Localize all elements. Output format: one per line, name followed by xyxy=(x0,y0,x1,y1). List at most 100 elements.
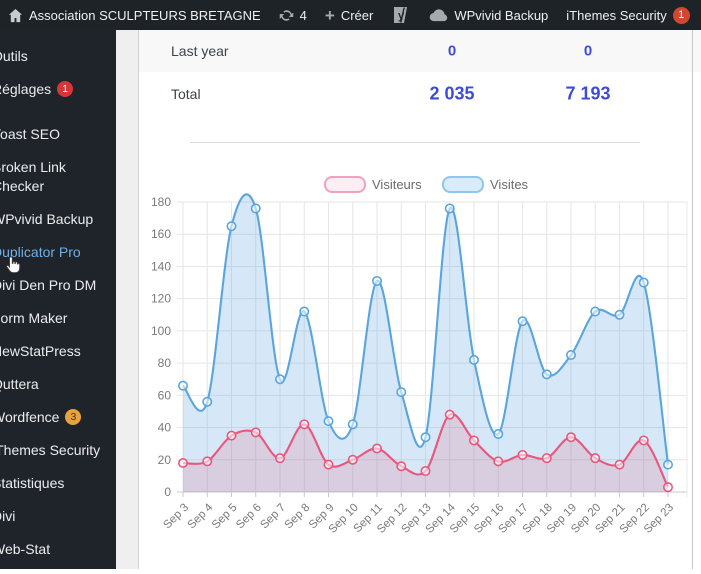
y-tick-label: 40 xyxy=(158,421,172,435)
visits-value: 7 193 xyxy=(565,83,611,104)
data-point[interactable] xyxy=(614,459,625,470)
y-tick-label: 60 xyxy=(158,388,172,402)
sidebar-item-outils[interactable]: Outils xyxy=(0,40,116,73)
data-point[interactable] xyxy=(541,369,552,380)
data-point[interactable] xyxy=(662,482,673,493)
data-point[interactable] xyxy=(444,203,455,214)
data-point[interactable] xyxy=(372,275,383,286)
content-gutter xyxy=(116,30,139,569)
data-point[interactable] xyxy=(202,396,213,407)
sidebar-item-newstatpress[interactable]: NewStatPress xyxy=(0,335,116,368)
sidebar-item-web-stat[interactable]: Web-Stat xyxy=(0,533,116,566)
data-point[interactable] xyxy=(638,277,649,288)
sidebar-item-label: Wordfence3 xyxy=(0,408,108,427)
row-label: Total xyxy=(171,86,201,102)
data-point[interactable] xyxy=(250,427,261,438)
x-tick-label: Sep 3 xyxy=(161,502,191,532)
y-tick-label: 180 xyxy=(151,195,171,209)
yoast-item[interactable]: y xyxy=(391,5,411,25)
data-point[interactable] xyxy=(177,457,188,468)
data-point[interactable] xyxy=(517,449,528,460)
wpvivid-item[interactable]: WPvivid Backup xyxy=(429,8,548,23)
data-point[interactable] xyxy=(517,316,528,327)
sidebar-item-quttera[interactable]: Quttera xyxy=(0,368,116,401)
sidebar-item-yoast-seo[interactable]: Yoast SEO xyxy=(0,118,116,151)
data-point[interactable] xyxy=(275,453,286,464)
chart-canvas[interactable]: 020406080100120140160180Sep 3Sep 4Sep 5S… xyxy=(139,160,701,569)
sidebar-item-label: iThemes Security xyxy=(0,442,101,458)
site-name: Association SCULPTEURS BRETAGNE xyxy=(29,7,261,23)
data-point[interactable] xyxy=(468,435,479,446)
sidebar-item-ithemes-security[interactable]: iThemes Security xyxy=(0,434,116,467)
sidebar-item-label: Divi Den Pro DM xyxy=(0,277,97,293)
data-point[interactable] xyxy=(420,432,431,443)
data-point[interactable] xyxy=(420,466,431,477)
data-point[interactable] xyxy=(493,428,504,439)
data-point[interactable] xyxy=(493,456,504,467)
sidebar-item-label: Yoast SEO xyxy=(0,126,60,142)
data-point[interactable] xyxy=(323,416,334,427)
sidebar-item-label: Outils xyxy=(0,48,28,64)
data-point[interactable] xyxy=(396,387,407,398)
data-point[interactable] xyxy=(347,454,358,465)
data-point[interactable] xyxy=(541,453,552,464)
data-point[interactable] xyxy=(299,419,310,430)
data-point[interactable] xyxy=(226,430,237,441)
visits-value: 0 xyxy=(583,42,593,60)
data-point[interactable] xyxy=(638,435,649,446)
home-icon xyxy=(8,8,23,23)
data-point[interactable] xyxy=(177,380,188,391)
data-point[interactable] xyxy=(396,461,407,472)
sidebar-item-label: Statistiques xyxy=(0,475,65,491)
data-point[interactable] xyxy=(444,409,455,420)
data-point[interactable] xyxy=(250,203,261,214)
data-point[interactable] xyxy=(347,419,358,430)
yoast-icon: y xyxy=(391,5,411,25)
y-tick-label: 0 xyxy=(164,485,171,499)
new-content-item[interactable]: + Créer xyxy=(325,7,373,24)
sidebar-item-divi[interactable]: Divi xyxy=(0,500,116,533)
data-point[interactable] xyxy=(372,443,383,454)
table-row: Last year 0 0 xyxy=(139,30,701,72)
data-point[interactable] xyxy=(202,456,213,467)
new-content-label: Créer xyxy=(340,7,374,23)
updates-icon xyxy=(279,8,294,23)
wpvivid-label: WPvivid Backup xyxy=(454,7,549,23)
updates-item[interactable]: 4 xyxy=(279,8,307,23)
legend-item-visiteurs[interactable]: Visiteurs xyxy=(324,176,422,193)
y-tick-label: 140 xyxy=(151,259,171,273)
data-point[interactable] xyxy=(614,309,625,320)
updates-count: 4 xyxy=(299,7,307,23)
legend-item-visites[interactable]: Visites xyxy=(442,176,529,193)
data-point[interactable] xyxy=(565,432,576,443)
update-count-badge: 3 xyxy=(65,409,82,425)
traffic-chart[interactable]: 0 20 40 60 80 100 120 140 160 180 Sep 3 Sep 4 Sep 5S… xyxy=(139,160,701,569)
data-point[interactable] xyxy=(299,306,310,317)
data-point[interactable] xyxy=(590,306,601,317)
legend-label: Visiteurs xyxy=(372,177,422,192)
scrollbar-track[interactable] xyxy=(692,30,693,569)
data-point[interactable] xyxy=(468,354,479,365)
sidebar-item-wordfence[interactable]: Wordfence3 xyxy=(0,401,116,434)
site-menu[interactable]: Association SCULPTEURS BRETAGNE xyxy=(8,8,261,23)
sidebar-item-label: WPvivid Backup xyxy=(0,211,94,227)
cloud-icon xyxy=(429,8,448,22)
admin-bar: Association SCULPTEURS BRETAGNE 4 + Crée… xyxy=(0,0,701,30)
sidebar-item-wpvivid-backup[interactable]: WPvivid Backup xyxy=(0,203,116,236)
sidebar-item-r-glages[interactable]: Réglages1 xyxy=(0,73,116,106)
ithemes-item[interactable]: iThemes Security 1 xyxy=(566,6,690,24)
sidebar-item-form-maker[interactable]: Form Maker xyxy=(0,302,116,335)
sidebar-item-broken-link-checker[interactable]: Broken Link Checker xyxy=(0,151,116,203)
data-point[interactable] xyxy=(590,453,601,464)
data-point[interactable] xyxy=(323,459,334,470)
y-tick-label: 120 xyxy=(151,292,171,306)
sidebar-item-label: Web-Stat xyxy=(0,541,51,557)
data-point[interactable] xyxy=(226,221,237,232)
data-point[interactable] xyxy=(565,350,576,361)
data-point[interactable] xyxy=(662,459,673,470)
sidebar-item-statistiques[interactable]: Statistiques xyxy=(0,467,116,500)
ithemes-badge: 1 xyxy=(672,6,690,24)
x-tick-label: Sep 8 xyxy=(283,502,313,532)
data-point[interactable] xyxy=(275,374,286,385)
sidebar-item-label: Divi xyxy=(0,508,16,524)
